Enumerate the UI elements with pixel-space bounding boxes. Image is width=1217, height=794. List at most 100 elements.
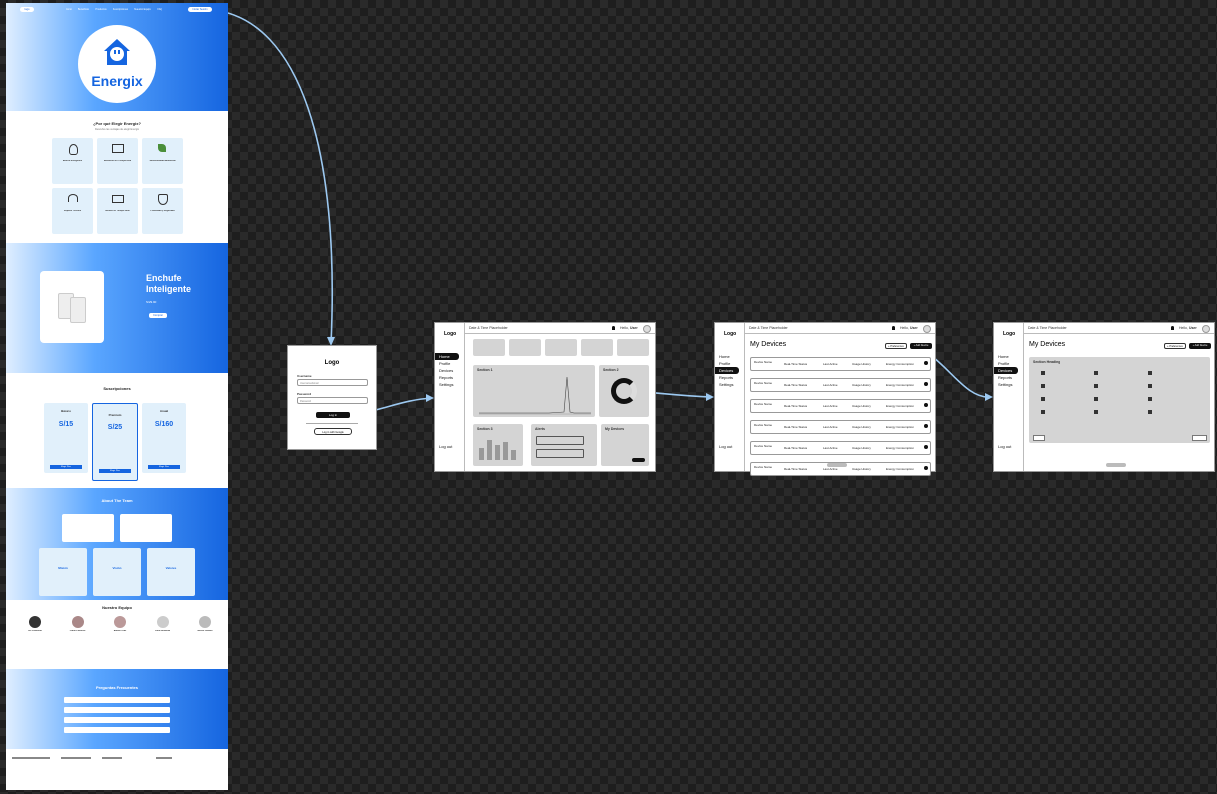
nav-link-suscripciones[interactable]: Suscripciones bbox=[113, 8, 129, 11]
nav-link-inicio[interactable]: Inicio bbox=[66, 8, 72, 11]
google-login-button[interactable]: Log in with Google bbox=[314, 428, 352, 435]
gear-icon[interactable] bbox=[924, 424, 928, 428]
checkbox[interactable] bbox=[1147, 384, 1152, 388]
checkbox[interactable] bbox=[1147, 371, 1152, 375]
sidebar-item-home[interactable]: Home bbox=[715, 353, 744, 360]
checkbox[interactable] bbox=[1041, 384, 1045, 388]
see-all-button[interactable] bbox=[632, 458, 645, 462]
faq-item[interactable] bbox=[64, 697, 170, 703]
greeting-text: Hello, bbox=[620, 326, 629, 330]
why-card: Sostenibilidad Ambiental bbox=[142, 138, 183, 184]
bell-icon[interactable] bbox=[1171, 326, 1174, 330]
bar bbox=[479, 448, 484, 460]
sidebar-item-devices[interactable]: Devices bbox=[715, 367, 739, 374]
bell-icon[interactable] bbox=[612, 326, 615, 330]
sidebar-item-settings[interactable]: Settings bbox=[435, 381, 464, 388]
sidebar-item-reports[interactable]: Reports bbox=[435, 374, 464, 381]
plan-button[interactable]: Elegir Plan bbox=[99, 469, 131, 473]
gear-icon[interactable] bbox=[924, 361, 928, 365]
device-consumption: Energy Consumption bbox=[886, 383, 915, 387]
sidebar-item-settings[interactable]: Settings bbox=[994, 381, 1023, 388]
why-cards: Ahorro Energético Monitoreo en Tiempo Re… bbox=[52, 138, 184, 234]
sidebar-item-home[interactable]: Home bbox=[994, 353, 1023, 360]
preferences-panel: Section Heading bbox=[1029, 357, 1210, 443]
alert-item[interactable] bbox=[536, 436, 584, 445]
device-row[interactable]: Device Name Real-Time Status Last Active Us… bbox=[750, 378, 931, 392]
why-card: Privacidad y Seguridad bbox=[142, 188, 183, 234]
page-title: My Devices bbox=[1029, 341, 1066, 348]
nav-login-button[interactable]: Iniciar Sesión bbox=[188, 7, 212, 12]
team-member: Frank Pacheco bbox=[63, 616, 93, 632]
preferences-button[interactable]: + Preferences bbox=[885, 343, 907, 349]
sidebar-item-profile[interactable]: Profile bbox=[994, 360, 1023, 367]
device-usage-history: Usage History bbox=[852, 425, 871, 429]
checkbox[interactable] bbox=[1094, 410, 1099, 414]
brand-logo-circle: Energix bbox=[78, 25, 156, 103]
checkbox[interactable] bbox=[1094, 371, 1099, 375]
alert-item[interactable] bbox=[536, 449, 584, 458]
faq-item[interactable] bbox=[64, 707, 170, 713]
divider bbox=[306, 423, 358, 424]
sidebar-item-devices[interactable]: Devices bbox=[994, 367, 1018, 374]
plan-button[interactable]: Elegir Plan bbox=[50, 465, 82, 469]
avatar[interactable] bbox=[643, 325, 651, 333]
plan-button[interactable]: Elegir Plan bbox=[148, 465, 180, 469]
pagination[interactable] bbox=[1106, 463, 1126, 467]
headset-icon bbox=[68, 194, 78, 202]
gear-icon[interactable] bbox=[924, 466, 928, 470]
nav-link-productos[interactable]: Productos bbox=[95, 8, 106, 11]
checkbox[interactable] bbox=[1041, 410, 1045, 414]
password-field[interactable]: Password bbox=[297, 397, 368, 404]
username-label: Username bbox=[297, 374, 312, 378]
checkbox[interactable] bbox=[1147, 397, 1152, 401]
avatar[interactable] bbox=[923, 325, 931, 333]
faq-item[interactable] bbox=[64, 717, 170, 723]
checkbox[interactable] bbox=[1094, 384, 1099, 388]
sidebar-item-profile[interactable]: Profile bbox=[435, 360, 464, 367]
sidebar-item-reports[interactable]: Reports bbox=[994, 374, 1023, 381]
avatar[interactable] bbox=[1202, 325, 1210, 333]
nav-link-equipo[interactable]: Nuestro Equipo bbox=[134, 8, 151, 11]
add-device-button[interactable]: + Add Device bbox=[1189, 343, 1211, 349]
device-row[interactable]: Device Name Real-Time Status Last Active Us… bbox=[750, 441, 931, 455]
sidebar-item-devices[interactable]: Devices bbox=[435, 367, 464, 374]
product-title-line2: Inteligente bbox=[146, 284, 192, 294]
faq-section: Preguntas Frecuentes bbox=[6, 669, 228, 749]
sidebar-item-settings[interactable]: Settings bbox=[715, 381, 744, 388]
nav-link-beneficios[interactable]: Beneficios bbox=[78, 8, 90, 11]
faq-item[interactable] bbox=[64, 727, 170, 733]
add-device-button[interactable]: + Add Device bbox=[910, 343, 932, 349]
device-status: Real-Time Status bbox=[784, 467, 808, 471]
preferences-button[interactable]: + Preferences bbox=[1164, 343, 1186, 349]
bell-icon[interactable] bbox=[892, 326, 895, 330]
avatar bbox=[29, 616, 41, 628]
username-field[interactable]: Username/Email bbox=[297, 379, 368, 386]
about-card-mision: Misión bbox=[39, 548, 87, 596]
cancel-button[interactable] bbox=[1033, 435, 1045, 441]
mail-icon bbox=[112, 195, 124, 203]
save-button[interactable] bbox=[1192, 435, 1207, 441]
product-buy-button[interactable]: Comprar bbox=[149, 313, 167, 318]
sidebar-item-home[interactable]: Home bbox=[435, 353, 459, 360]
logout-link[interactable]: Log out bbox=[435, 443, 452, 450]
device-last-active: Last Active bbox=[823, 425, 838, 429]
sidebar-item-reports[interactable]: Reports bbox=[715, 374, 744, 381]
gear-icon[interactable] bbox=[924, 445, 928, 449]
logout-link[interactable]: Log out bbox=[994, 443, 1011, 450]
checkbox[interactable] bbox=[1041, 397, 1045, 401]
device-row[interactable]: Device Name Real-Time Status Last Active Us… bbox=[750, 357, 931, 371]
login-button[interactable]: Log in bbox=[316, 412, 350, 418]
checkbox[interactable] bbox=[1147, 410, 1152, 414]
checkbox[interactable] bbox=[1094, 397, 1099, 401]
device-row[interactable]: Device Name Real-Time Status Last Active Us… bbox=[750, 399, 931, 413]
checkbox[interactable] bbox=[1041, 371, 1045, 375]
nav-logo[interactable]: logo bbox=[20, 7, 34, 12]
team-member-name: Adrián Ortiz bbox=[113, 630, 127, 632]
gear-icon[interactable] bbox=[924, 403, 928, 407]
logout-link[interactable]: Log out bbox=[715, 443, 732, 450]
pagination[interactable] bbox=[827, 463, 847, 467]
nav-link-faq[interactable]: FAQ bbox=[157, 8, 162, 11]
gear-icon[interactable] bbox=[924, 382, 928, 386]
sidebar-item-profile[interactable]: Profile bbox=[715, 360, 744, 367]
device-row[interactable]: Device Name Real-Time Status Last Active Us… bbox=[750, 420, 931, 434]
